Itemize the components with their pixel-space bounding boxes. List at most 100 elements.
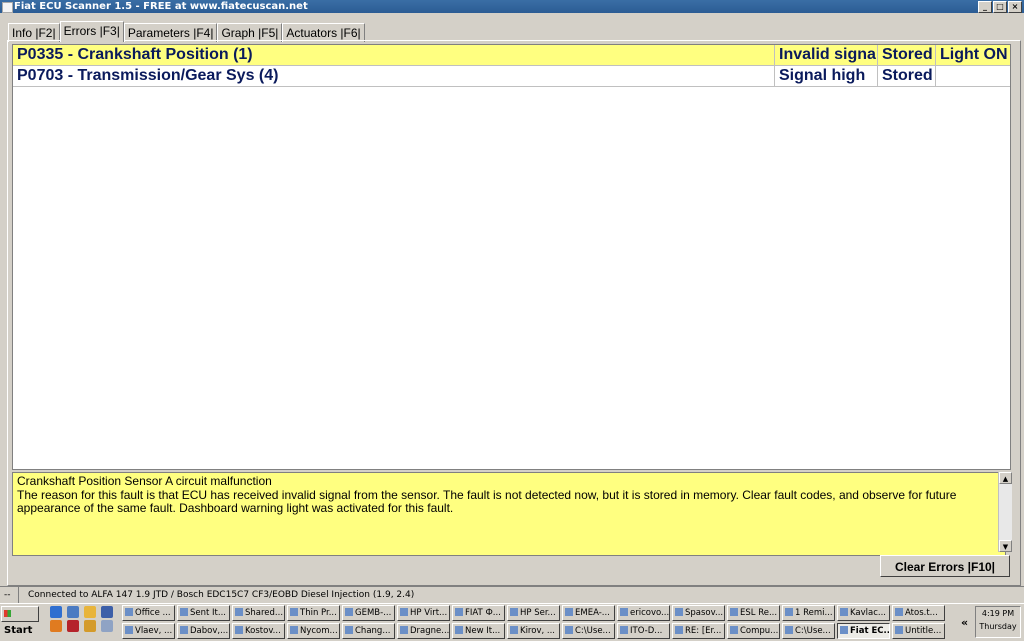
task-label: Chang... — [355, 626, 391, 636]
app-icon — [2, 2, 13, 13]
maximize-button[interactable]: □ — [993, 1, 1007, 13]
tool-icon[interactable] — [84, 620, 96, 632]
taskbar-task[interactable]: ericovo... — [617, 605, 670, 621]
task-label: ESL Re... — [740, 608, 778, 618]
task-label: GEMB-... — [355, 608, 392, 618]
task-app-icon — [235, 608, 243, 616]
scroll-down-icon[interactable]: ▼ — [999, 540, 1012, 552]
taskbar-tasks: Office ... Sent It... Shared... Thin Pr... G… — [122, 605, 955, 640]
taskbar-task[interactable]: ESL Re... — [727, 605, 780, 621]
flag-icon[interactable] — [67, 620, 79, 632]
task-label: New It... — [465, 626, 501, 636]
firefox-icon[interactable] — [50, 620, 62, 632]
taskbar: Start Office ... Sent It... Shared... Thin … — [0, 603, 1024, 641]
window-icon[interactable] — [101, 620, 113, 632]
error-light: Light ON — [940, 46, 1008, 63]
task-app-icon — [785, 608, 793, 616]
error-list[interactable]: P0335 - Crankshaft Position (1) Invalid … — [12, 44, 1011, 470]
task-label: Compu... — [740, 626, 779, 636]
taskbar-task[interactable]: Dabov,... — [177, 623, 230, 639]
taskbar-task[interactable]: 1 Remi... — [782, 605, 835, 621]
taskbar-task[interactable]: Sent It... — [177, 605, 230, 621]
task-app-icon — [455, 608, 463, 616]
task-label: Kavlac... — [850, 608, 887, 618]
task-label: Spasov... — [685, 608, 724, 618]
task-app-icon — [895, 608, 903, 616]
taskbar-task[interactable]: HP Virt... — [397, 605, 450, 621]
taskbar-task[interactable]: Chang... — [342, 623, 395, 639]
task-label: HP Ser... — [520, 608, 556, 618]
taskbar-task[interactable]: Vlaev, ... — [122, 623, 175, 639]
task-app-icon — [180, 608, 188, 616]
error-state: Stored — [878, 45, 936, 65]
task-label: 1 Remi... — [795, 608, 833, 618]
taskbar-task[interactable]: Dragne... — [397, 623, 450, 639]
start-button[interactable]: Start — [1, 606, 39, 636]
status-indicator: -- — [4, 587, 19, 603]
taskbar-task[interactable]: Kirov, ... — [507, 623, 560, 639]
task-app-icon — [675, 608, 683, 616]
task-app-icon — [125, 626, 133, 634]
taskbar-task[interactable]: Shared... — [232, 605, 285, 621]
clock-time: 4:19 PM — [981, 609, 1015, 618]
network-icon[interactable] — [101, 606, 113, 618]
task-label: Sent It... — [190, 608, 226, 618]
chevron-left-icon[interactable]: « — [961, 616, 968, 629]
ie-icon[interactable] — [50, 606, 62, 618]
description-title: Crankshaft Position Sensor A circuit mal… — [17, 474, 272, 488]
taskbar-task[interactable]: Kavlac... — [837, 605, 890, 621]
taskbar-task[interactable]: GEMB-... — [342, 605, 395, 621]
taskbar-task[interactable]: Thin Pr... — [287, 605, 340, 621]
task-app-icon — [785, 626, 793, 634]
scroll-up-icon[interactable]: ▲ — [999, 472, 1012, 484]
taskbar-task[interactable]: C:\Use... — [562, 623, 615, 639]
error-code: P0703 - Transmission/Gear Sys (4) — [13, 66, 775, 86]
title-bar: Fiat ECU Scanner 1.5 - FREE at www.fiate… — [0, 0, 1024, 13]
taskbar-task[interactable]: FIAT Ф... — [452, 605, 505, 621]
taskbar-task[interactable]: Spasov... — [672, 605, 725, 621]
connection-status: Connected to ALFA 147 1.9 JTD / Bosch ED… — [28, 590, 415, 600]
error-code: P0335 - Crankshaft Position (1) — [13, 45, 775, 65]
task-label: Dabov,... — [190, 626, 229, 636]
task-label: Atos.t... — [905, 608, 938, 618]
task-label: FIAT Ф... — [465, 608, 501, 618]
desktop-icon[interactable] — [67, 606, 79, 618]
taskbar-task[interactable]: EMEA-... — [562, 605, 615, 621]
taskbar-task[interactable]: C:\Use... — [782, 623, 835, 639]
task-app-icon — [565, 626, 573, 634]
messenger-icon[interactable] — [84, 606, 96, 618]
task-label: ITO-D... — [630, 626, 663, 636]
taskbar-task[interactable]: Kostov... — [232, 623, 285, 639]
task-app-icon — [180, 626, 188, 634]
window-title: Fiat ECU Scanner 1.5 - FREE at www.fiate… — [14, 1, 308, 12]
taskbar-task[interactable]: Office ... — [122, 605, 175, 621]
taskbar-task[interactable]: Compu... — [727, 623, 780, 639]
error-light — [936, 66, 1010, 86]
task-app-icon — [125, 608, 133, 616]
task-label: Office ... — [135, 608, 171, 618]
task-app-icon — [290, 608, 298, 616]
description-text: The reason for this fault is that ECU ha… — [17, 487, 957, 515]
taskbar-task[interactable]: Nycom... — [287, 623, 340, 639]
close-button[interactable]: × — [1008, 1, 1022, 13]
error-row[interactable]: P0335 - Crankshaft Position (1) Invalid … — [13, 45, 1010, 66]
taskbar-task[interactable]: RE: [Er... — [672, 623, 725, 639]
task-label: HP Virt... — [410, 608, 448, 618]
taskbar-task[interactable]: HP Ser... — [507, 605, 560, 621]
minimize-button[interactable]: _ — [978, 1, 992, 13]
error-row[interactable]: P0703 - Transmission/Gear Sys (4) Signal… — [13, 66, 1010, 87]
taskbar-task[interactable]: ITO-D... — [617, 623, 670, 639]
task-label: Dragne... — [410, 626, 450, 636]
taskbar-task[interactable]: New It... — [452, 623, 505, 639]
task-app-icon — [620, 608, 628, 616]
taskbar-task[interactable]: Fiat EC... — [837, 623, 890, 639]
taskbar-task[interactable]: Atos.t... — [892, 605, 945, 621]
error-type: Invalid signal — [775, 45, 878, 65]
system-clock[interactable]: 4:19 PM Thursday — [975, 606, 1021, 638]
tab-errors[interactable]: Errors |F3| — [59, 21, 124, 42]
error-description: Crankshaft Position Sensor A circuit mal… — [12, 472, 1006, 556]
description-scrollbar[interactable]: ▲ ▼ — [998, 472, 1012, 552]
taskbar-task[interactable]: Untitle... — [892, 623, 945, 639]
clear-errors-button[interactable]: Clear Errors |F10| — [880, 555, 1010, 577]
task-label: ericovo... — [630, 608, 670, 618]
